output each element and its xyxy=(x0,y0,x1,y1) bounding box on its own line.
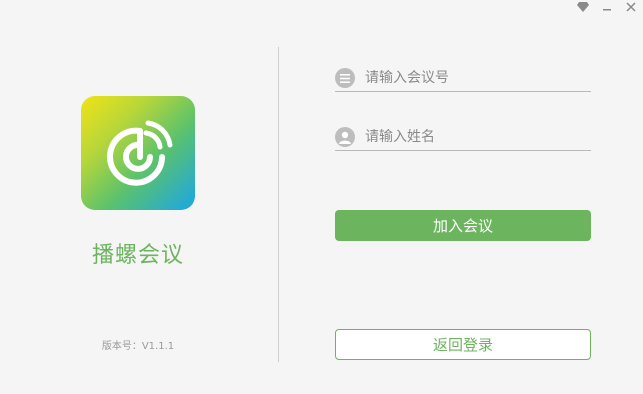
name-input[interactable] xyxy=(365,129,591,145)
user-icon xyxy=(335,127,355,147)
join-meeting-button[interactable]: 加入会议 xyxy=(335,210,591,241)
diamond-icon[interactable] xyxy=(577,1,589,13)
window-controls xyxy=(577,0,637,14)
version-label: 版本号：V1.1.1 xyxy=(101,341,175,352)
meeting-id-field xyxy=(335,65,591,92)
back-to-login-button[interactable]: 返回登录 xyxy=(335,329,591,360)
name-field xyxy=(335,124,591,151)
meeting-id-input[interactable] xyxy=(365,70,591,86)
app-logo xyxy=(81,96,195,210)
list-icon xyxy=(335,68,355,88)
snail-signal-logo-icon xyxy=(107,120,173,186)
minimize-icon[interactable] xyxy=(601,1,613,13)
app-name: 播螺会议 xyxy=(91,243,184,268)
close-icon[interactable] xyxy=(625,1,637,13)
vertical-divider xyxy=(278,47,279,362)
